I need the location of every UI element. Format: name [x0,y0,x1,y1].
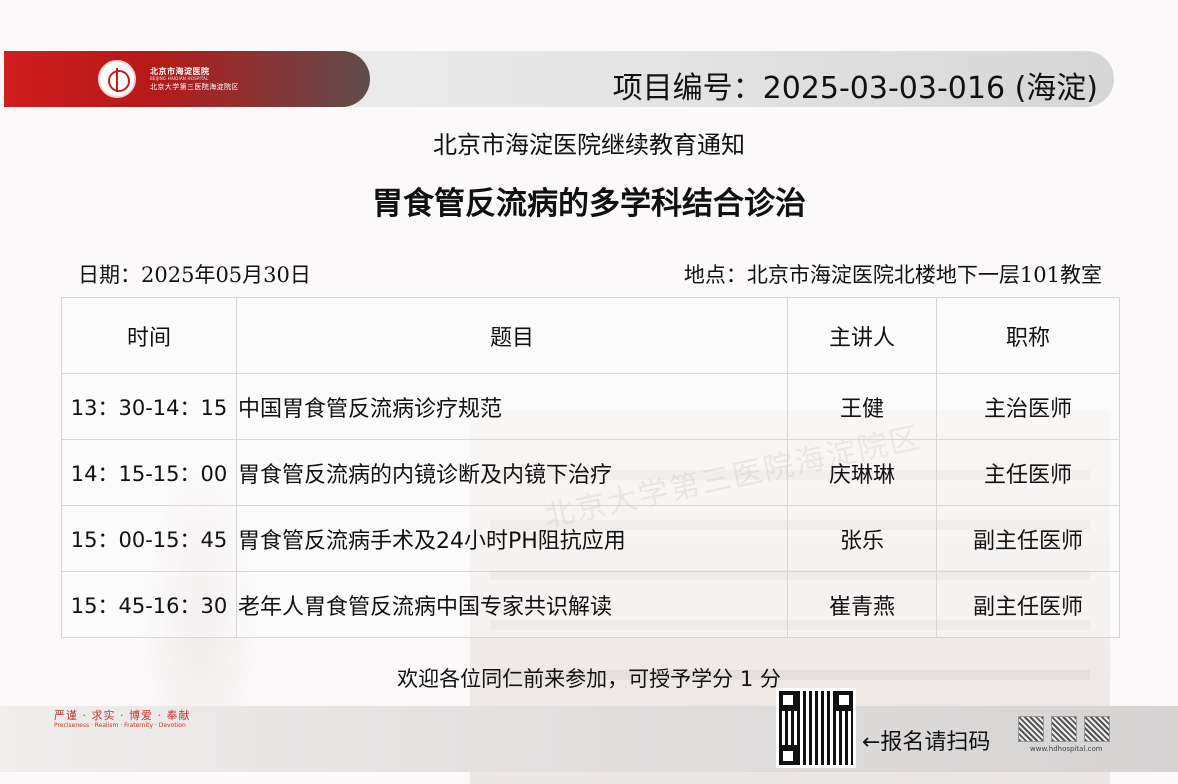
speaker-title: 副主任医师 [936,571,1120,638]
hospital-website: www.hdhospital.com [1030,745,1103,753]
table-row: 15：00-15：45 胃食管反流病手术及24小时PH阻抗应用 张乐 副主任医师 [61,505,1120,572]
table-row: 15：45-16：30 老年人胃食管反流病中国专家共识解读 崔青燕 副主任医师 [61,571,1120,638]
column-header-topic: 题目 [236,297,788,374]
session-speaker: 张乐 [787,505,937,572]
speaker-title: 副主任医师 [936,505,1120,572]
welcome-note: 欢迎各位同仁前来参加，可授予学分 1 分 [397,667,781,691]
hospital-motto: 严谨 · 求实 · 博爱 · 奉献 [54,709,191,722]
mini-qr-code-icon [1084,716,1110,742]
scan-to-register-label: ←报名请扫码 [862,730,991,755]
table-row: 13：30-14：15 中国胃食管反流病诊疗规范 王健 主治医师 [61,373,1120,440]
mini-qr-code-icon [1018,716,1044,742]
session-speaker: 王健 [787,373,937,440]
session-speaker: 崔青燕 [787,571,937,638]
column-header-time: 时间 [61,297,237,374]
speaker-title: 主任医师 [936,439,1120,506]
mini-qr-code-icon [1051,716,1077,742]
table-row: 14：15-15：00 胃食管反流病的内镜诊断及内镜下治疗 庆琳琳 主任医师 [61,439,1120,506]
table-header-row: 时间 题目 主讲人 职称 [61,297,1120,374]
session-topic: 中国胃食管反流病诊疗规范 [236,373,788,440]
column-header-speaker: 主讲人 [787,297,937,374]
session-time: 13：30-14：15 [61,373,237,440]
hospital-motto-english: Preciseness · Realism · Fraternity · Dev… [54,722,186,729]
event-location: 地点：北京市海淀医院北楼地下一层101教室 [683,263,1102,287]
session-topic: 胃食管反流病手术及24小时PH阻抗应用 [236,505,788,572]
notice-slide: 北京大学第三医院海淀院区 北京市海淀医院 BEIJING HAIDIAN HOS… [0,0,1178,784]
session-topic: 老年人胃食管反流病中国专家共识解读 [236,571,788,638]
session-time: 15：45-16：30 [61,571,237,638]
hospital-logo-icon [98,60,136,98]
hospital-campus-name: 北京大学第三医院海淀院区 [150,83,239,91]
session-time: 15：00-15：45 [61,505,237,572]
topic-title: 胃食管反流病的多学科结合诊治 [372,186,806,222]
project-number: 项目编号：2025-03-03-016 (海淀) [612,71,1098,106]
column-header-title: 职称 [936,297,1120,374]
session-time: 14：15-15：00 [61,439,237,506]
notice-title: 北京市海淀医院继续教育通知 [433,131,745,159]
session-speaker: 庆琳琳 [787,439,937,506]
registration-qr-code[interactable] [776,688,856,768]
schedule-table: 时间 题目 主讲人 职称 13：30-14：15 中国胃食管反流病诊疗规范 王健… [61,297,1120,638]
event-date: 日期：2025年05月30日 [78,263,311,287]
session-topic: 胃食管反流病的内镜诊断及内镜下治疗 [236,439,788,506]
hospital-name-english: BEIJING HAIDIAN HOSPITAL [150,76,209,81]
speaker-title: 主治医师 [936,373,1120,440]
